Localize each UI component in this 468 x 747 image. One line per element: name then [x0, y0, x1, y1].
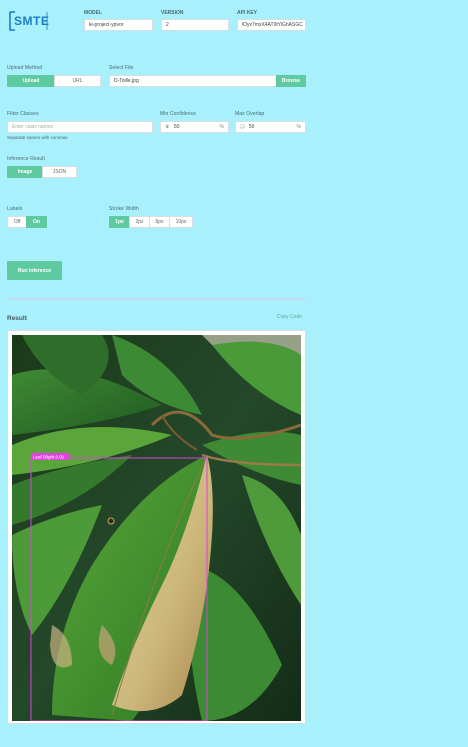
stroke-10px-option[interactable]: 10px [169, 216, 193, 228]
filter-classes-input[interactable]: Enter class names [7, 121, 153, 133]
labels-on-option[interactable]: On [26, 216, 47, 228]
min-confidence-value: 50 [173, 124, 180, 130]
image-option[interactable]: Image [7, 166, 43, 178]
stroke-width-toggle: 1px 2px 5px 10px [109, 216, 195, 228]
run-inference-button[interactable]: Run Inference [7, 261, 62, 280]
model-field[interactable]: le-project-ypvor [84, 19, 153, 31]
result-title: Result [7, 315, 27, 322]
max-overlap-unit: % [296, 124, 301, 130]
stroke-1px-option[interactable]: 1px [109, 216, 130, 228]
json-option[interactable]: JSON [42, 166, 77, 178]
file-name-field[interactable]: D-Toille.jpg [109, 75, 277, 87]
version-label: VERSION [161, 10, 184, 16]
api-key-label: API KEY [237, 10, 258, 16]
section-divider [7, 298, 306, 300]
stroke-width-label: Stroke Width [109, 206, 139, 212]
upload-method-label: Upload Method [7, 65, 43, 71]
stroke-5px-option[interactable]: 5px [149, 216, 170, 228]
min-confidence-unit: % [219, 124, 224, 130]
filter-classes-label: Filter Classes [7, 111, 39, 117]
overlap-icon: ❏ [240, 124, 245, 130]
min-confidence-label: Min Confidence [160, 111, 197, 117]
max-overlap-label: Max Overlap [235, 111, 265, 117]
logo-text: SMTE [14, 14, 50, 28]
result-image-frame: Leaf Blight 0.91 [7, 330, 306, 724]
upload-option[interactable]: Upload [7, 75, 55, 87]
model-label: MODEL [84, 10, 103, 16]
detection-label: Leaf Blight 0.91 [33, 455, 65, 460]
filter-classes-help: Separate names with commas [7, 135, 68, 140]
max-overlap-input[interactable]: ❏ 50 % [235, 121, 306, 133]
labels-label: Labels [7, 206, 23, 212]
app-logo: SMTE [6, 9, 50, 33]
min-confidence-input[interactable]: ♛ 50 % [160, 121, 229, 133]
labels-toggle: Off On [7, 216, 47, 228]
inference-result-toggle: Image JSON [7, 166, 77, 178]
api-key-field[interactable]: lOyv7mxX4AT9tYiGhASGC [237, 19, 306, 31]
url-option[interactable]: URL [54, 75, 101, 87]
select-file-label: Select File [109, 65, 134, 71]
max-overlap-value: 50 [248, 124, 255, 130]
browse-button[interactable]: Browse [276, 75, 306, 87]
upload-method-toggle: Upload URL [7, 75, 101, 87]
inference-result-label: Inference Result [7, 156, 46, 162]
labels-off-option[interactable]: Off [7, 216, 27, 228]
result-image: Leaf Blight 0.91 [12, 335, 301, 721]
stroke-2px-option[interactable]: 2px [129, 216, 150, 228]
version-field[interactable]: 2 [161, 19, 229, 31]
copy-code-link[interactable]: Copy Code [277, 314, 302, 320]
crown-icon: ♛ [165, 124, 170, 130]
